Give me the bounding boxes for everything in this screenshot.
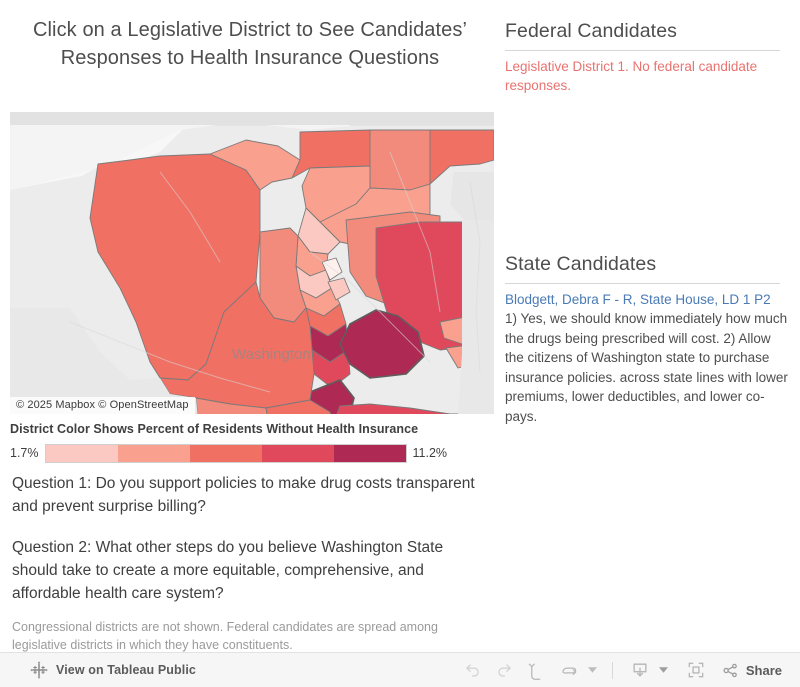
tableau-viz: Click on a Legislative District to See C… <box>0 0 800 687</box>
legend-title: District Color Shows Percent of Resident… <box>10 422 419 436</box>
federal-candidates-heading: Federal Candidates <box>505 20 677 42</box>
footnote: Congressional districts are not shown. F… <box>12 620 438 652</box>
legend-swatch-4 <box>261 444 334 462</box>
view-on-tableau-public-label: View on Tableau Public <box>56 663 196 677</box>
legend: 1.7% 11.2% <box>10 443 490 463</box>
revert-button[interactable] <box>522 655 552 685</box>
chevron-down-icon <box>659 667 669 673</box>
legend-swatch-1 <box>45 444 118 462</box>
page-title: Click on a Legislative District to See C… <box>32 19 468 69</box>
right-panel: Federal Candidates Legislative District … <box>500 0 800 652</box>
divider <box>505 50 780 51</box>
candidate-name-link[interactable]: Blodgett, Debra F - R, State House, LD 1… <box>505 290 788 309</box>
download-icon <box>633 663 647 677</box>
undo-button[interactable] <box>458 655 488 685</box>
refresh-button[interactable] <box>554 655 584 685</box>
question-2: Question 2: What other steps do you beli… <box>12 539 444 602</box>
map-state-label: Washington <box>232 346 311 363</box>
divider <box>505 283 780 284</box>
federal-candidates-message: Legislative District 1. No federal candi… <box>505 59 758 93</box>
candidate-answer: 1) Yes, we should know immediately how m… <box>505 311 788 424</box>
legend-min-label: 1.7% <box>10 446 39 460</box>
map-attribution: © 2025 Mapbox © OpenStreetMap <box>10 397 195 414</box>
legend-swatch-3 <box>189 444 262 462</box>
share-icon <box>723 663 737 677</box>
undo-icon <box>466 663 480 677</box>
question-1: Question 1: Do you support policies to m… <box>12 475 475 515</box>
state-candidates-heading: State Candidates <box>505 253 657 275</box>
toolbar-actions: Share <box>458 655 800 685</box>
tableau-logo-icon <box>30 661 48 679</box>
view-on-tableau-public-button[interactable]: View on Tableau Public <box>30 661 196 679</box>
map-container[interactable]: Washington © 2025 Mapbox © OpenStreetMap <box>10 112 494 414</box>
state-candidates-section: State Candidates Blodgett, Debra F - R, … <box>505 253 788 426</box>
chevron-down-icon <box>588 667 598 673</box>
toolbar-divider <box>611 661 613 679</box>
refresh-dropdown-button[interactable] <box>586 655 600 685</box>
legend-max-label: 11.2% <box>412 446 448 460</box>
federal-candidates-section: Federal Candidates Legislative District … <box>505 20 788 95</box>
refresh-icon <box>562 666 577 675</box>
revert-icon <box>529 663 541 680</box>
legend-swatch-5 <box>333 444 406 462</box>
left-panel: Click on a Legislative District to See C… <box>0 0 500 652</box>
share-label: Share <box>745 662 782 678</box>
choropleth-map[interactable]: Washington <box>10 112 494 414</box>
questions-block: Question 1: Do you support policies to m… <box>12 472 490 623</box>
tableau-toolbar: View on Tableau Public Share <box>0 652 800 687</box>
fullscreen-button[interactable] <box>681 655 711 685</box>
legend-swatch-2 <box>117 444 190 462</box>
fullscreen-icon <box>688 662 704 678</box>
download-dropdown-button[interactable] <box>657 655 671 685</box>
share-button[interactable]: Share <box>721 661 782 680</box>
district-region[interactable] <box>369 129 431 191</box>
redo-icon <box>498 663 512 677</box>
download-button[interactable] <box>625 655 655 685</box>
redo-button[interactable] <box>490 655 520 685</box>
legend-color-bar <box>44 443 407 463</box>
